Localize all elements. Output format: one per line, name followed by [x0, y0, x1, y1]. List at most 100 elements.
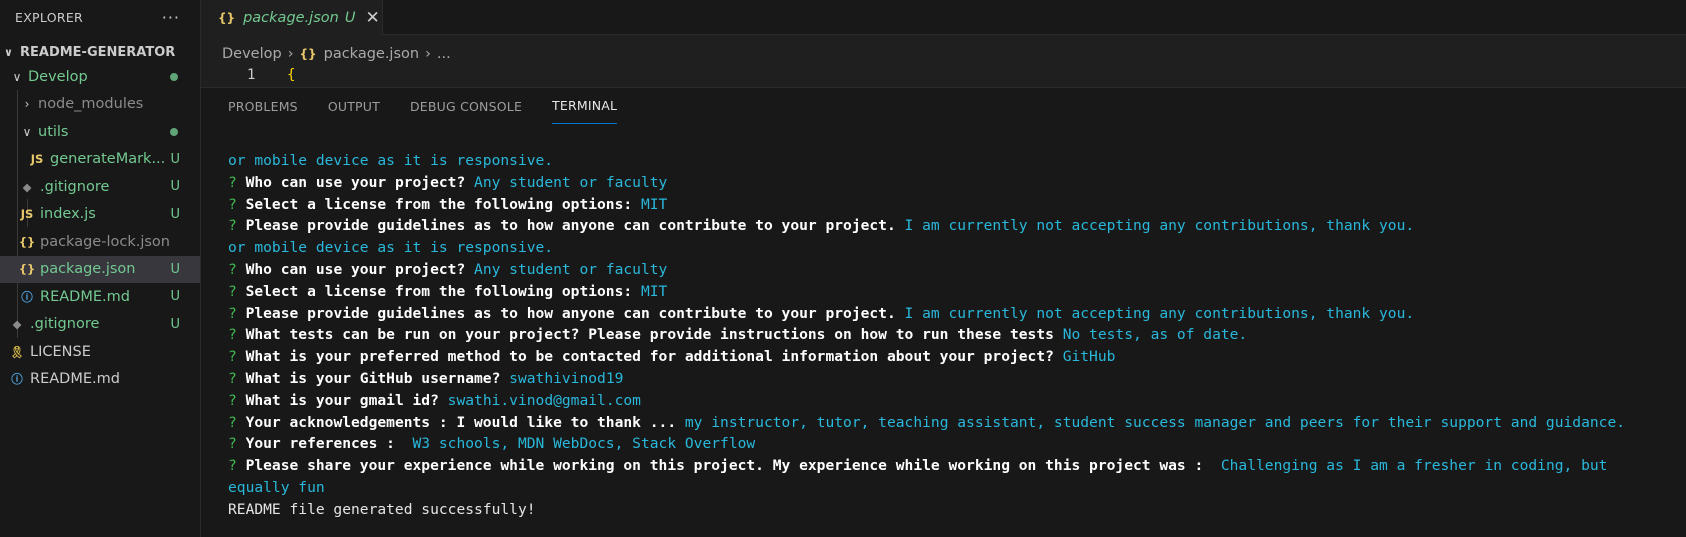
untracked-badge: U	[170, 206, 180, 222]
tree-item-readme-develop[interactable]: ⓘ README.md U	[0, 283, 200, 311]
terminal-line: or mobile device as it is responsive.	[228, 237, 1676, 259]
tab-terminal[interactable]: TERMINAL	[552, 88, 618, 124]
tree-item-label: package.json	[40, 261, 136, 278]
prompt-answer: MIT	[640, 282, 668, 300]
terminal-line: ? Please provide guidelines as to how an…	[228, 215, 1676, 237]
untracked-badge: U	[344, 9, 356, 26]
terminal-line: equally fun	[228, 477, 1676, 499]
prompt-question: Please provide guidelines as to how anyo…	[245, 217, 905, 235]
json-file-icon: {}	[218, 10, 236, 25]
prompt-question: What is your gmail id?	[245, 391, 448, 409]
tree-item-label: README.md	[40, 288, 130, 305]
prompt-answer: my instructor, tutor, teaching assistant…	[684, 413, 1626, 431]
prompt-marker: ?	[228, 413, 246, 431]
tree-item-develop[interactable]: ∨ Develop	[0, 63, 200, 91]
prompt-answer: I am currently not accepting any contrib…	[904, 304, 1415, 322]
breadcrumb-folder[interactable]: Develop	[222, 46, 282, 62]
prompt-marker: ?	[228, 195, 246, 213]
prompt-marker: ?	[228, 173, 246, 191]
json-file-icon: {}	[18, 234, 36, 249]
prompt-marker: ?	[228, 369, 246, 387]
terminal-line: ? Who can use your project? Any student …	[228, 259, 1676, 281]
json-file-icon: {}	[18, 262, 36, 277]
terminal-line: ? What is your gmail id? swathi.vinod@gm…	[228, 390, 1676, 412]
tab-debug-console[interactable]: DEBUG CONSOLE	[410, 88, 522, 124]
json-file-icon: {}	[299, 47, 317, 61]
terminal-output[interactable]: or mobile device as it is responsive.? W…	[228, 150, 1676, 521]
explorer-title: EXPLORER	[15, 10, 84, 25]
tree-item-label: LICENSE	[30, 343, 91, 360]
prompt-answer: I am currently not accepting any contrib…	[904, 217, 1415, 235]
terminal-line: ? What is your preferred method to be co…	[228, 346, 1676, 368]
terminal-line: ? Select a license from the following op…	[228, 194, 1676, 216]
prompt-answer: Any student or faculty	[474, 173, 668, 191]
breadcrumb-file[interactable]: package.json	[324, 46, 419, 62]
prompt-marker: ?	[228, 348, 246, 366]
chevron-right-icon: ›	[425, 46, 431, 62]
tab-package-json[interactable]: {} package.json U ✕	[201, 0, 383, 35]
prompt-answer: No tests, as of date.	[1062, 326, 1248, 344]
git-file-icon: ◆	[22, 179, 32, 194]
more-actions-icon[interactable]: ···	[162, 8, 180, 27]
tab-output[interactable]: OUTPUT	[328, 88, 380, 124]
breadcrumb-more[interactable]: ...	[437, 46, 451, 62]
modified-dot	[170, 127, 178, 136]
tree-item-label: .gitignore	[40, 178, 110, 195]
code-text: {	[287, 67, 296, 83]
prompt-question: Select a license from the following opti…	[245, 282, 641, 300]
prompt-marker: ?	[228, 260, 246, 278]
prompt-answer: Any student or faculty	[474, 260, 668, 278]
tree-item-gitignore-develop[interactable]: ◆ .gitignore U	[0, 173, 200, 201]
tree-item-index-js[interactable]: JS index.js U	[0, 201, 200, 229]
terminal-message: README file generated successfully!	[228, 500, 536, 518]
terminal-line: ? Please provide guidelines as to how an…	[228, 303, 1676, 325]
modified-dot	[170, 72, 178, 81]
prompt-answer: W3 schools, MDN WebDocs, Stack Overflow	[412, 435, 756, 453]
prompt-marker: ?	[228, 282, 246, 300]
untracked-badge: U	[170, 316, 180, 332]
chevron-down-icon: ∨	[12, 69, 22, 84]
prompt-question: What tests can be run on your project? P…	[245, 326, 1063, 344]
javascript-file-icon: JS	[20, 207, 34, 222]
prompt-answer: MIT	[640, 195, 668, 213]
editor-tab-bar: {} package.json U ✕	[201, 0, 1686, 35]
file-tree: ∨ Develop › node_modules ∨ utils JS gene…	[0, 63, 200, 393]
prompt-answer: Challenging as I am a fresher in coding,…	[1220, 457, 1608, 475]
prompt-question: Who can use your project?	[245, 260, 475, 278]
workspace-root[interactable]: ∨ README-GENERATOR	[0, 41, 200, 63]
terminal-line: README file generated successfully!	[228, 499, 1676, 521]
tree-item-package-json[interactable]: {} package.json U	[0, 255, 200, 283]
untracked-badge: U	[170, 151, 180, 167]
tree-item-label: README.md	[30, 371, 120, 388]
tree-item-label: utils	[38, 123, 69, 140]
tree-item-node-modules[interactable]: › node_modules	[0, 91, 200, 119]
tree-item-package-lock-json[interactable]: {} package-lock.json	[0, 228, 200, 256]
tab-label: package.json	[243, 9, 339, 26]
tree-item-label: generateMark...	[50, 151, 166, 168]
terminal-line: ? Select a license from the following op…	[228, 281, 1676, 303]
tab-problems[interactable]: PROBLEMS	[228, 88, 298, 124]
git-file-icon: ◆	[12, 317, 22, 332]
prompt-marker: ?	[228, 457, 246, 475]
tree-item-label: Develop	[28, 68, 88, 85]
tree-item-utils[interactable]: ∨ utils	[0, 118, 200, 146]
tree-item-label: node_modules	[38, 96, 144, 113]
editor-line[interactable]: 1 {	[201, 67, 1686, 87]
untracked-badge: U	[170, 179, 180, 195]
explorer-sidebar: EXPLORER ··· ∨ README-GENERATOR ∨ Develo…	[0, 0, 201, 537]
bottom-panel: PROBLEMS OUTPUT DEBUG CONSOLE TERMINAL o…	[201, 87, 1686, 537]
tree-item-readme-root[interactable]: ⓘ README.md	[0, 366, 200, 394]
tree-item-generatemarkdown[interactable]: JS generateMark... U	[0, 146, 200, 174]
prompt-marker: ?	[228, 435, 246, 453]
close-icon[interactable]: ✕	[365, 8, 379, 28]
info-file-icon: ⓘ	[21, 289, 33, 304]
untracked-badge: U	[170, 289, 180, 305]
tree-item-license[interactable]: 🎗 LICENSE	[0, 338, 200, 366]
tree-item-gitignore-root[interactable]: ◆ .gitignore U	[0, 311, 200, 339]
prompt-answer: GitHub	[1062, 348, 1116, 366]
prompt-question: Your references :	[245, 435, 413, 453]
prompt-question: Select a license from the following opti…	[245, 195, 641, 213]
chevron-right-icon: ›	[287, 46, 294, 62]
prompt-answer: equally fun	[228, 478, 325, 496]
terminal-line: ? Please share your experience while wor…	[228, 455, 1676, 477]
